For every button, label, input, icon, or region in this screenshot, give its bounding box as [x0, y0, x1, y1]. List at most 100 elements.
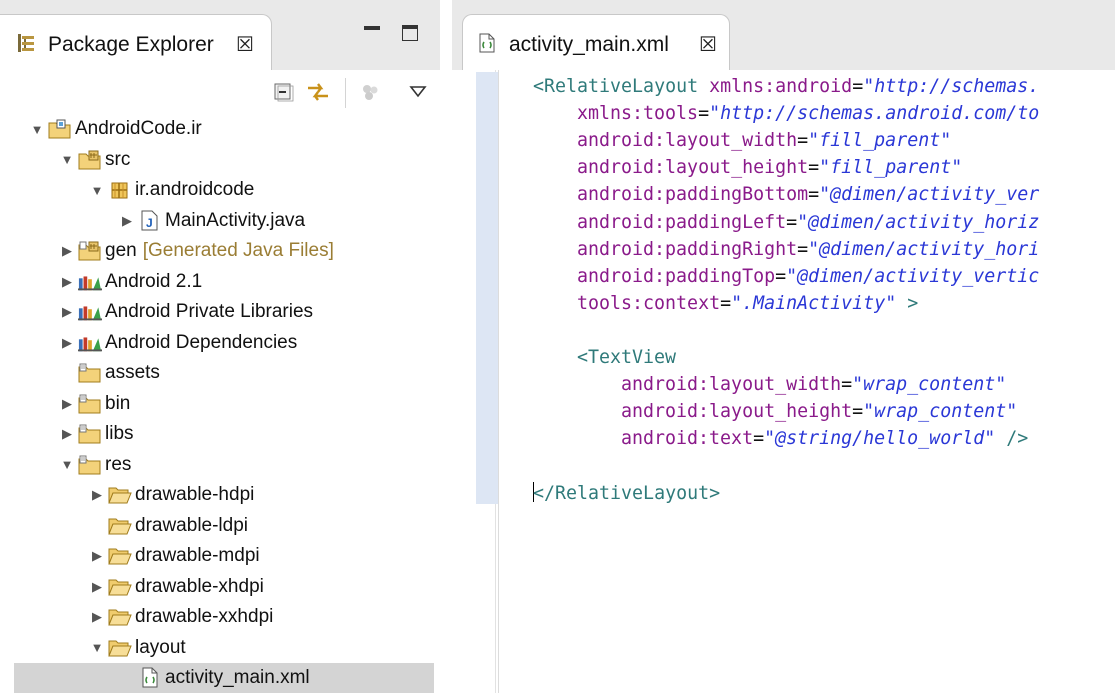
editor-tabbar: activity_main.xml ☒ — [452, 0, 1115, 70]
code-token-punct: > — [896, 292, 919, 314]
code-token-attr: xmlns:tools — [577, 103, 699, 125]
collapsed-arrow-icon[interactable]: ▶ — [58, 396, 76, 412]
tree-item-drawable-xxhdpi[interactable]: ▶ drawable-xxhdpi — [14, 602, 434, 632]
maximize-icon[interactable] — [402, 25, 418, 41]
close-icon[interactable]: ☒ — [236, 32, 254, 57]
focus-icon[interactable] — [356, 78, 384, 106]
tree-item-label: gen — [105, 240, 137, 261]
open-folder-icon — [108, 606, 132, 628]
tree-item-bin[interactable]: ▶ bin — [14, 389, 434, 419]
tree-item-drawable-ldpi[interactable]: ▶drawable-ldpi — [14, 511, 434, 541]
close-icon[interactable]: ☒ — [699, 32, 717, 57]
code-token-val: "@string/hello_world" — [764, 428, 996, 450]
collapsed-arrow-icon[interactable]: ▶ — [58, 243, 76, 259]
code-token-eq: = — [797, 130, 809, 152]
svg-text:J: J — [146, 216, 153, 230]
tree-item-label: drawable-xhdpi — [135, 575, 264, 597]
source-folder-icon — [78, 149, 102, 171]
tree-item-android-2-1[interactable]: ▶ Android 2.1 — [14, 267, 434, 297]
tree-item-drawable-mdpi[interactable]: ▶ drawable-mdpi — [14, 541, 434, 571]
code-token-attr: android:paddingLeft — [577, 211, 787, 233]
open-folder-icon — [108, 576, 132, 598]
collapsed-arrow-icon[interactable]: ▶ — [88, 487, 106, 503]
code-line: android:paddingBottom="@dimen/activity_v… — [577, 181, 1039, 208]
tree-item-mainactivity-java[interactable]: ▶ J MainActivity.java — [14, 206, 434, 236]
tree-item-res[interactable]: ▼ res — [14, 450, 434, 480]
code-token-attr: android:paddingBottom — [577, 184, 809, 206]
editor-tab-activity-main[interactable]: activity_main.xml ☒ — [462, 14, 730, 70]
tree-item-drawable-xhdpi[interactable]: ▶ drawable-xhdpi — [14, 572, 434, 602]
folder-icon — [78, 362, 102, 384]
code-token-val: "@dimen/activity_horiz — [797, 211, 1040, 233]
code-token-tag: <TextView — [577, 347, 677, 368]
open-folder-icon — [108, 637, 132, 659]
tree-item-ir-androidcode[interactable]: ▼ ir.androidcode — [14, 175, 434, 205]
code-token-val: "fill_parent" — [808, 130, 952, 152]
collapsed-arrow-icon[interactable]: ▶ — [88, 579, 106, 595]
expanded-arrow-icon[interactable]: ▼ — [28, 122, 46, 137]
tree-item-label: drawable-mdpi — [135, 545, 260, 566]
code-token-eq: = — [852, 76, 864, 97]
view-menu-icon[interactable] — [404, 78, 432, 106]
tree-item-src[interactable]: ▼ src — [14, 145, 434, 175]
package-explorer-icon — [16, 32, 36, 59]
expanded-arrow-icon[interactable]: ▼ — [88, 640, 106, 655]
code-line: android:layout_width="wrap_content" — [621, 371, 1006, 398]
code-line: tools:context=".MainActivity" > — [577, 290, 918, 317]
code-token-eq: = — [808, 184, 820, 206]
open-folder-icon — [108, 545, 132, 567]
collapsed-arrow-icon[interactable]: ▶ — [58, 304, 76, 320]
collapsed-arrow-icon[interactable]: ▶ — [88, 548, 106, 564]
package-explorer-toolbar — [0, 70, 440, 114]
xml-editor-panel: activity_main.xml ☒ <RelativeLayout xmln… — [452, 0, 1115, 693]
collapse-all-icon[interactable] — [270, 78, 298, 106]
tree-item-drawable-hdpi[interactable]: ▶ drawable-hdpi — [14, 480, 434, 510]
expanded-arrow-icon[interactable]: ▼ — [58, 457, 76, 472]
collapsed-arrow-icon[interactable]: ▶ — [88, 609, 106, 625]
collapsed-arrow-icon[interactable]: ▶ — [58, 335, 76, 351]
tree-item-label: assets — [105, 362, 160, 383]
tree-item-label: bin — [105, 392, 131, 414]
collapsed-arrow-icon[interactable]: ▶ — [58, 426, 76, 442]
tree-item-label: src — [105, 148, 131, 170]
tree-item-label: drawable-xxhdpi — [135, 606, 274, 627]
expanded-arrow-icon[interactable]: ▼ — [58, 152, 76, 167]
tree-item-androidcode-ir[interactable]: ▼ AndroidCode.ir — [14, 114, 434, 144]
xml-file-icon — [479, 33, 495, 58]
tree-item-label: res — [105, 453, 132, 475]
tree-item-android-dependencies[interactable]: ▶ Android Dependencies — [14, 328, 434, 358]
code-token-val: "wrap_content" — [852, 374, 1007, 396]
tree-item-activity-main-xml[interactable]: ▶activity_main.xml — [14, 663, 434, 693]
folder-icon — [78, 393, 102, 415]
code-token-val: ".MainActivity" — [731, 292, 897, 314]
code-token-eq: = — [841, 374, 853, 396]
collapsed-arrow-icon[interactable]: ▶ — [58, 274, 76, 290]
expanded-arrow-icon[interactable]: ▼ — [88, 183, 106, 198]
tree-item-assets[interactable]: ▶assets — [14, 358, 434, 388]
java-file-icon: J — [138, 210, 162, 232]
minimize-icon[interactable] — [364, 26, 380, 30]
code-token-attr: android:layout_height — [577, 157, 809, 179]
editor-gutter-divider — [498, 70, 499, 693]
tree-item-gen[interactable]: ▶ gen [Generated Java Files] — [14, 236, 434, 266]
collapsed-arrow-icon[interactable]: ▶ — [118, 213, 136, 229]
tree-item-layout[interactable]: ▼ layout — [14, 633, 434, 663]
package-explorer-tab[interactable]: Package Explorer ☒ — [0, 14, 272, 70]
tree-item-android-private-libraries[interactable]: ▶ Android Private Libraries — [14, 297, 434, 327]
folder-icon — [78, 454, 102, 476]
link-with-editor-icon[interactable] — [304, 78, 332, 106]
code-line: xmlns:tools="http://schemas.android.com/… — [577, 100, 1039, 127]
tree-item-label: drawable-ldpi — [135, 514, 249, 536]
tree-item-label: AndroidCode.ir — [75, 118, 202, 139]
code-token-eq: = — [698, 103, 710, 125]
code-line: <TextView — [577, 344, 676, 371]
tree-item-libs[interactable]: ▶ libs — [14, 419, 434, 449]
tree-item-label: Android 2.1 — [105, 270, 203, 292]
project-folder-icon — [48, 118, 72, 140]
code-line: android:layout_height="wrap_content" — [621, 398, 1017, 425]
tree-item-label: Android Dependencies — [105, 331, 298, 353]
code-token-tag: <RelativeLayout — [533, 76, 710, 97]
code-token-eq: = — [775, 265, 787, 287]
code-line: android:layout_width="fill_parent" — [577, 127, 951, 154]
code-token-val: "http://schemas.android.com/to — [709, 103, 1040, 125]
